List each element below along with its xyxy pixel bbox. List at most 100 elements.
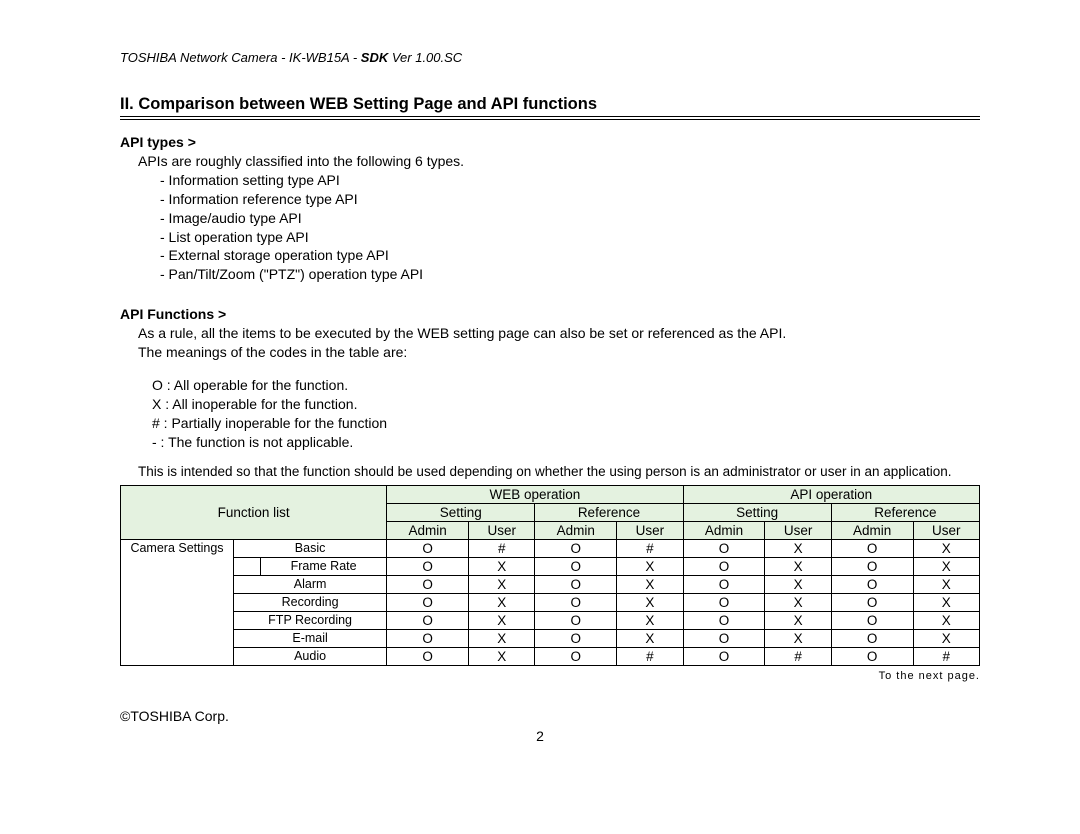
th-web: WEB operation — [387, 485, 683, 503]
cell: X — [913, 557, 979, 575]
table-row: FTP Recording O X O X O X O X — [121, 611, 980, 629]
cell: X — [913, 629, 979, 647]
table-note: This is intended so that the function sh… — [138, 464, 980, 479]
api-type-item: - Image/audio type API — [160, 209, 980, 228]
cell: O — [831, 575, 913, 593]
th-admin: Admin — [831, 521, 913, 539]
cell: O — [535, 575, 617, 593]
fn-name: E-mail — [234, 629, 387, 647]
api-functions-intro: As a rule, all the items to be executed … — [138, 324, 980, 343]
cell: O — [535, 539, 617, 557]
cell: O — [535, 557, 617, 575]
cell: O — [535, 629, 617, 647]
cell: O — [387, 557, 469, 575]
cell: # — [765, 647, 831, 665]
fn-name: Frame Rate — [261, 557, 387, 575]
api-type-item: - External storage operation type API — [160, 246, 980, 265]
cell: O — [683, 593, 765, 611]
cell: O — [831, 647, 913, 665]
header-ver: Ver 1.00.SC — [392, 50, 462, 65]
cell: O — [387, 647, 469, 665]
cell: O — [387, 539, 469, 557]
cell: X — [617, 575, 683, 593]
page-number: 2 — [0, 728, 1080, 744]
api-types-heading: API types > — [120, 134, 980, 150]
th-admin: Admin — [535, 521, 617, 539]
group-cell: Camera Settings — [121, 539, 234, 665]
api-functions-codes-intro: The meanings of the codes in the table a… — [138, 343, 980, 362]
cell: O — [387, 629, 469, 647]
cell: O — [683, 647, 765, 665]
cell: X — [617, 593, 683, 611]
cell: O — [831, 611, 913, 629]
cell: # — [617, 647, 683, 665]
cell: X — [765, 593, 831, 611]
cell: O — [683, 557, 765, 575]
api-type-item: - Information reference type API — [160, 190, 980, 209]
cell: # — [469, 539, 535, 557]
fn-name: Basic — [234, 539, 387, 557]
cell: O — [831, 629, 913, 647]
table-row: Audio O X O # O # O # — [121, 647, 980, 665]
th-function-list: Function list — [121, 485, 387, 539]
table-row: E-mail O X O X O X O X — [121, 629, 980, 647]
cell: O — [831, 557, 913, 575]
cell: O — [683, 611, 765, 629]
cell: X — [469, 629, 535, 647]
doc-header: TOSHIBA Network Camera - IK-WB15A - SDK … — [120, 50, 980, 65]
th-api: API operation — [683, 485, 979, 503]
cell: X — [617, 557, 683, 575]
fn-name: FTP Recording — [234, 611, 387, 629]
cell: # — [913, 647, 979, 665]
cell: X — [765, 575, 831, 593]
fn-name: Recording — [234, 593, 387, 611]
cell: X — [913, 611, 979, 629]
code-item: # : Partially inoperable for the functio… — [152, 414, 980, 433]
th-reference: Reference — [831, 503, 979, 521]
function-table: Function list WEB operation API operatio… — [120, 485, 980, 666]
cell: X — [765, 629, 831, 647]
th-admin: Admin — [387, 521, 469, 539]
cell: O — [535, 593, 617, 611]
cell: O — [683, 539, 765, 557]
cell: O — [831, 539, 913, 557]
cell: O — [683, 575, 765, 593]
th-setting: Setting — [683, 503, 831, 521]
th-user: User — [617, 521, 683, 539]
cell: X — [765, 557, 831, 575]
cell: # — [617, 539, 683, 557]
api-type-item: - Information setting type API — [160, 171, 980, 190]
cell: X — [469, 593, 535, 611]
cell: X — [913, 593, 979, 611]
cell: X — [617, 629, 683, 647]
header-product: TOSHIBA Network Camera - IK-WB15A - — [120, 50, 361, 65]
code-item: O : All operable for the function. — [152, 376, 980, 395]
cell: X — [913, 575, 979, 593]
code-item: X : All inoperable for the function. — [152, 395, 980, 414]
th-user: User — [913, 521, 979, 539]
cell: X — [765, 611, 831, 629]
api-type-item: - Pan/Tilt/Zoom ("PTZ") operation type A… — [160, 265, 980, 284]
table-row: Recording O X O X O X O X — [121, 593, 980, 611]
cell: O — [387, 593, 469, 611]
header-sdk: SDK — [361, 50, 392, 65]
cell: X — [469, 647, 535, 665]
next-page-note: To the next page. — [120, 670, 980, 682]
cell: X — [469, 611, 535, 629]
th-reference: Reference — [535, 503, 683, 521]
cell: O — [535, 611, 617, 629]
table-row: Alarm O X O X O X O X — [121, 575, 980, 593]
api-type-item: - List operation type API — [160, 228, 980, 247]
table-row: Frame Rate O X O X O X O X — [121, 557, 980, 575]
th-setting: Setting — [387, 503, 535, 521]
cell: X — [617, 611, 683, 629]
api-types-list: - Information setting type API - Informa… — [160, 171, 980, 284]
cell: O — [683, 629, 765, 647]
cell: X — [469, 557, 535, 575]
section-title: II. Comparison between WEB Setting Page … — [120, 95, 980, 120]
th-admin: Admin — [683, 521, 765, 539]
cell: O — [387, 611, 469, 629]
table-row: Camera Settings Basic O # O # O X O X — [121, 539, 980, 557]
fn-name: Alarm — [234, 575, 387, 593]
cell: O — [387, 575, 469, 593]
